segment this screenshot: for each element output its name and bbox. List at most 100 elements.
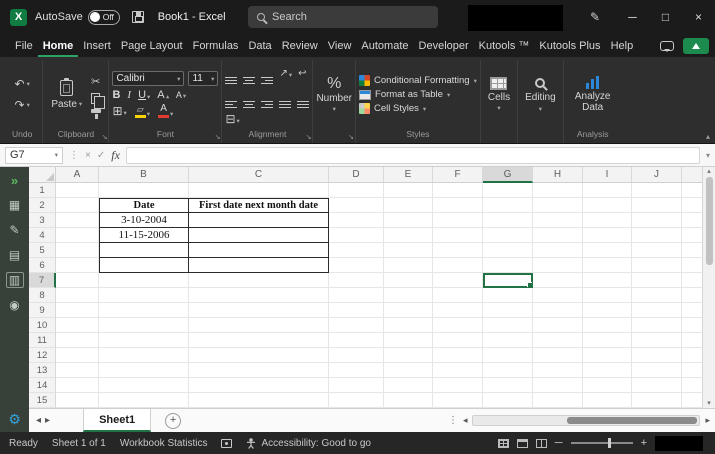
cell-B12[interactable] [99,348,189,363]
cell-C15[interactable] [189,393,329,408]
select-all-corner[interactable] [29,167,56,183]
column-header-D[interactable]: D [329,167,384,183]
cell-G9[interactable] [483,303,533,318]
share-button[interactable] [683,38,709,54]
cell-C5[interactable] [189,243,329,258]
cell-I15[interactable] [583,393,632,408]
italic-button[interactable]: I [127,89,131,101]
cell-I9[interactable] [583,303,632,318]
pencil-icon[interactable]: ✎ [590,10,600,24]
cell-F10[interactable] [433,318,483,333]
font-size-combo[interactable]: 11 ▾ [188,71,219,86]
cell-H2[interactable] [533,198,583,213]
align-left-button[interactable] [225,89,238,108]
formula-bar-grip-icon[interactable]: ⋮ [69,150,79,161]
cell-G14[interactable] [483,378,533,393]
orientation-button[interactable]: ↗ ▾ [279,69,292,80]
cell-A3[interactable] [56,213,99,228]
cell-H3[interactable] [533,213,583,228]
cell-D10[interactable] [329,318,384,333]
cell-I12[interactable] [583,348,632,363]
cell-C10[interactable] [189,318,329,333]
add-sheet-button[interactable]: + [165,412,182,429]
search-input[interactable]: Search [248,6,438,28]
cell-C13[interactable] [189,363,329,378]
cell-J12[interactable] [632,348,682,363]
align-center-button[interactable] [243,89,256,108]
cell-H14[interactable] [533,378,583,393]
cell-I13[interactable] [583,363,632,378]
cell-C2[interactable]: First date next month date [189,198,329,213]
decrease-font-button[interactable]: A ▾ [176,90,186,100]
cell-G3[interactable] [483,213,533,228]
vertical-scrollbar[interactable]: ▴ ▾ [702,167,715,408]
zoom-in-button[interactable]: + [641,437,647,449]
cell-A2[interactable] [56,198,99,213]
cell-A6[interactable] [56,258,99,273]
kutools-rows-icon[interactable]: ▤ [6,247,24,263]
cell-A14[interactable] [56,378,99,393]
cell-J14[interactable] [632,378,682,393]
cell-B13[interactable] [99,363,189,378]
row-header-13[interactable]: 13 [29,363,56,378]
cell-E3[interactable] [384,213,433,228]
cell-G6[interactable] [483,258,533,273]
cell-D15[interactable] [329,393,384,408]
save-icon[interactable] [131,11,144,23]
cell-B1[interactable] [99,183,189,198]
cell-G8[interactable] [483,288,533,303]
zoom-slider[interactable] [570,438,633,448]
menu-tab-formulas[interactable]: Formulas [188,40,244,57]
cell-A11[interactable] [56,333,99,348]
menu-tab-kutools[interactable]: Kutools ™ [474,40,535,57]
expand-pane-icon[interactable]: » [6,172,24,188]
zoom-slider-knob[interactable] [607,438,611,448]
kutools-worksheets-icon[interactable]: ▦ [6,197,24,213]
cell-D6[interactable] [329,258,384,273]
cell-J3[interactable] [632,213,682,228]
cell-I4[interactable] [583,228,632,243]
cell-F3[interactable] [433,213,483,228]
horizontal-scrollbar-thumb[interactable] [567,417,698,424]
cell-E12[interactable] [384,348,433,363]
cell-G15[interactable] [483,393,533,408]
cell-J11[interactable] [632,333,682,348]
cell-E1[interactable] [384,183,433,198]
sheet-tab-sheet1[interactable]: Sheet1 [83,409,152,432]
zoom-out-button[interactable]: ─ [555,437,563,449]
cell-H6[interactable] [533,258,583,273]
cell-G13[interactable] [483,363,533,378]
row-header-12[interactable]: 12 [29,348,56,363]
cell-C6[interactable] [189,258,329,273]
paste-button[interactable]: Paste ▾ [46,77,87,110]
cell-G7[interactable] [483,273,533,288]
number-format-button[interactable]: % Number ▾ [316,76,352,114]
analyze-data-button[interactable]: Analyze Data [567,75,619,114]
tab-bar-divider-icon[interactable]: ⋮ [448,415,458,426]
undo-button[interactable]: ↶ ▾ [15,78,30,90]
cell-A1[interactable] [56,183,99,198]
cell-E4[interactable] [384,228,433,243]
workbook-statistics-button[interactable]: Workbook Statistics [120,438,208,449]
alignment-dialog-launcher[interactable]: ↘ [306,133,312,141]
cell-E13[interactable] [384,363,433,378]
cell-E7[interactable] [384,273,433,288]
row-header-8[interactable]: 8 [29,288,56,303]
row-header-3[interactable]: 3 [29,213,56,228]
cell-I7[interactable] [583,273,632,288]
cell-D2[interactable] [329,198,384,213]
fill-color-button[interactable]: ▱ ▾ [134,104,150,118]
cell-F6[interactable] [433,258,483,273]
cell-D12[interactable] [329,348,384,363]
cell-D1[interactable] [329,183,384,198]
accessibility-status[interactable]: Accessibility: Good to go [246,438,371,449]
cell-I6[interactable] [583,258,632,273]
cell-B2[interactable]: Date [99,198,189,213]
macro-record-icon[interactable] [221,438,233,448]
cell-J1[interactable] [632,183,682,198]
font-color-button[interactable]: A ▾ [158,104,173,118]
row-header-10[interactable]: 10 [29,318,56,333]
column-header-J[interactable]: J [632,167,682,183]
close-button[interactable]: × [682,0,715,34]
cell-H12[interactable] [533,348,583,363]
